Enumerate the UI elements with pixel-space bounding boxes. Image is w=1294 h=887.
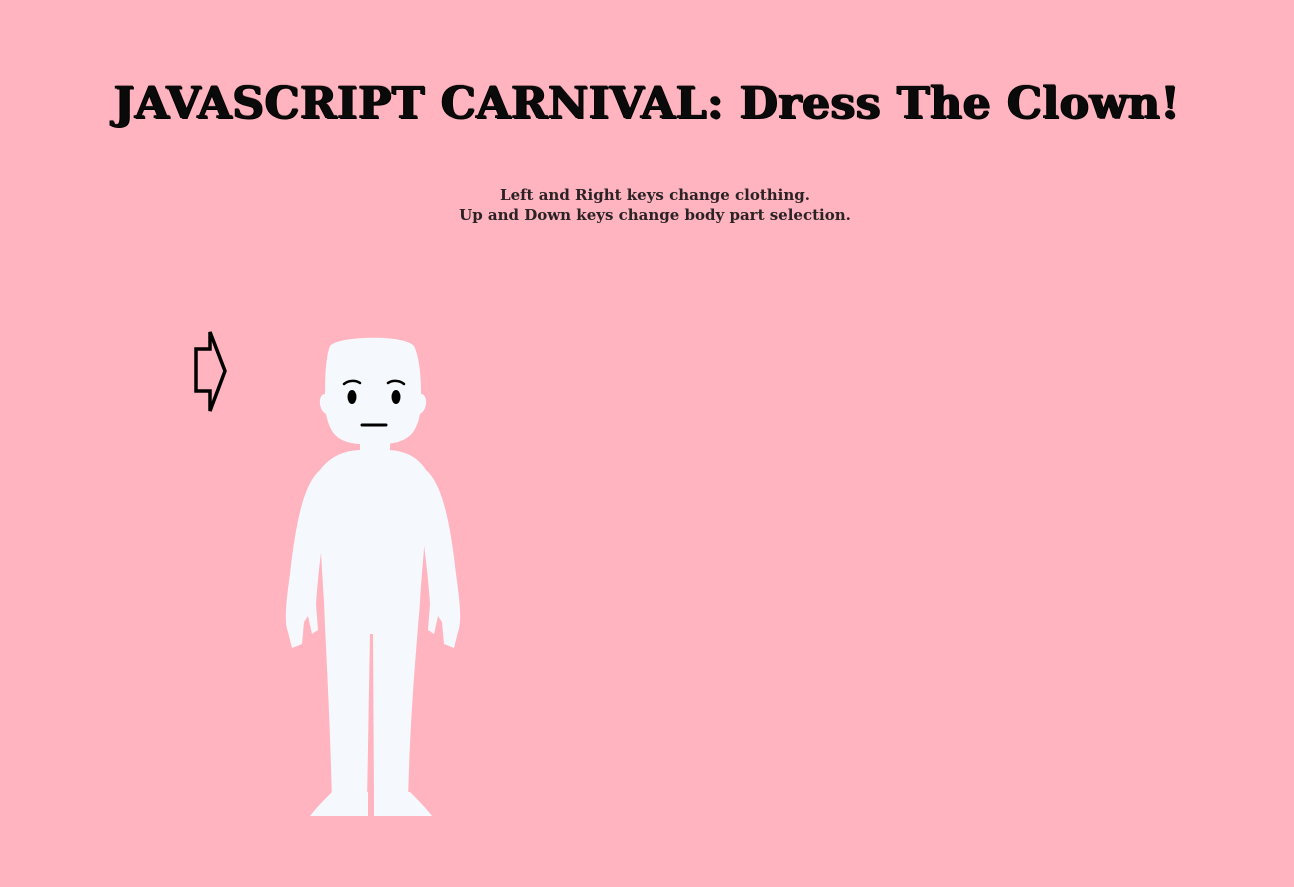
clown-right-arm [420, 470, 461, 648]
clown-left-foot [310, 792, 368, 816]
clown-body [285, 337, 461, 816]
instruction-line-body-part: Up and Down keys change body part select… [459, 206, 851, 224]
clown-head [319, 337, 427, 444]
clown-torso [319, 450, 427, 804]
instructions: Left and Right keys change clothing. Up … [0, 185, 1294, 225]
clown-right-eye [391, 390, 401, 404]
clown-left-arm [285, 470, 326, 648]
clown-right-foot [374, 792, 432, 816]
clown-figure [285, 337, 461, 816]
clown-left-eye [347, 390, 357, 404]
right-arrow-outline-icon [194, 331, 227, 412]
game-title: JAVASCRIPT CARNIVAL: Dress The Clown! [113, 78, 1181, 129]
instruction-line-clothing: Left and Right keys change clothing. [500, 186, 810, 204]
